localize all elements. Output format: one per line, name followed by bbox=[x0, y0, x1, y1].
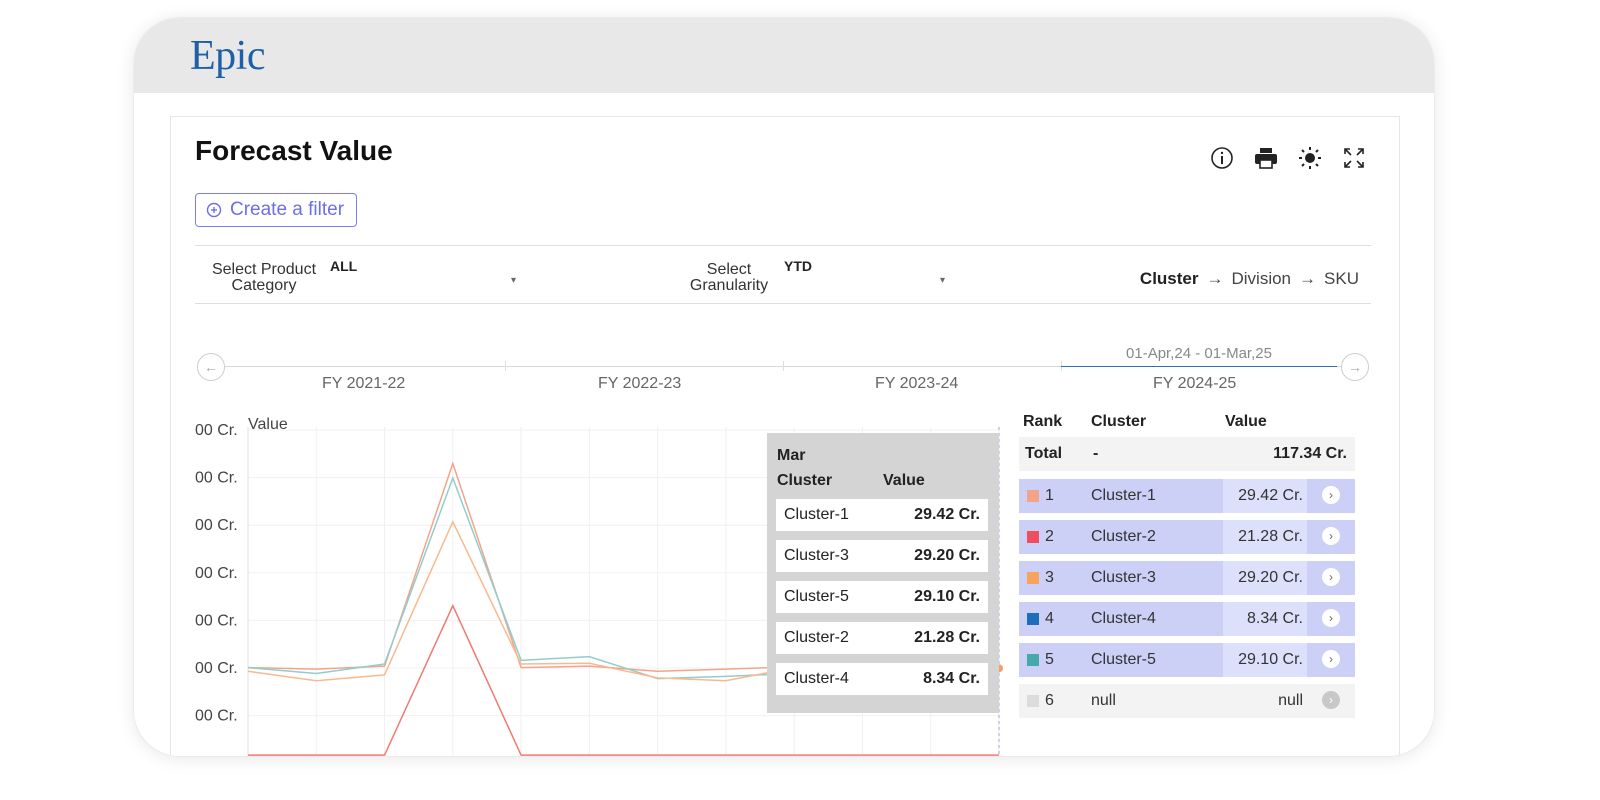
selected-range-label: 01-Apr,24 - 01-Mar,25 bbox=[1126, 345, 1272, 362]
legend-swatch bbox=[1027, 572, 1039, 584]
y-axis-label: Value bbox=[248, 417, 288, 433]
product-category-label: Select Product Category bbox=[211, 261, 317, 294]
timeline-year[interactable]: FY 2023-24 bbox=[875, 375, 958, 393]
cluster-header: Cluster bbox=[1091, 413, 1147, 430]
create-filter-button[interactable]: Create a filter bbox=[195, 193, 358, 227]
product-category-value: ALL bbox=[330, 258, 358, 274]
legend-swatch bbox=[1027, 490, 1039, 502]
tooltip-row: Cluster-2 21.28 Cr. bbox=[776, 622, 988, 654]
arrow-right-icon: → bbox=[1348, 359, 1362, 375]
page-title: Forecast Value bbox=[195, 135, 393, 166]
tooltip-row: Cluster-3 29.20 Cr. bbox=[776, 540, 988, 572]
crumb-sku[interactable]: SKU bbox=[1324, 269, 1359, 289]
legend-swatch bbox=[1027, 531, 1039, 543]
tooltip-row: Cluster-1 29.42 Cr. bbox=[776, 499, 988, 531]
y-tick-label: 00 Cr. bbox=[195, 708, 238, 725]
crumb-division[interactable]: Division bbox=[1232, 269, 1292, 289]
legend-swatch bbox=[1027, 695, 1039, 707]
crumb-cluster[interactable]: Cluster bbox=[1140, 269, 1199, 289]
timeline-prev-button[interactable]: ← bbox=[197, 353, 225, 381]
arrow-right-icon: → bbox=[1299, 269, 1317, 288]
tooltip-row: Cluster-5 29.10 Cr. bbox=[776, 581, 988, 613]
rank-header: Rank bbox=[1023, 413, 1063, 430]
hierarchy-breadcrumb: Cluster → Division → SKU bbox=[1140, 269, 1359, 289]
chevron-right-icon[interactable]: › bbox=[1322, 691, 1340, 709]
top-bar: Epic bbox=[134, 18, 1434, 93]
divider-top bbox=[195, 245, 1371, 246]
print-icon[interactable] bbox=[1253, 145, 1279, 171]
y-tick-label: 00 Cr. bbox=[195, 422, 238, 439]
epic-logo[interactable]: Epic bbox=[190, 32, 265, 80]
timeline-tick bbox=[505, 361, 506, 371]
tooltip-row: Cluster-4 8.34 Cr. bbox=[776, 663, 988, 695]
chevron-right-icon[interactable]: › bbox=[1322, 650, 1340, 668]
add-circle-icon bbox=[206, 202, 222, 218]
forecast-value-panel: Forecast Value Create a filter Select Pr… bbox=[170, 116, 1400, 756]
arrow-left-icon: ← bbox=[204, 359, 218, 375]
timeline-year[interactable]: FY 2022-23 bbox=[598, 375, 681, 393]
rank-row-cluster-1[interactable]: 1 Cluster-1 29.42 Cr. › bbox=[1019, 479, 1355, 513]
y-tick-label: 00 Cr. bbox=[195, 660, 238, 677]
y-tick-label: 00 Cr. bbox=[195, 565, 238, 582]
arrow-right-icon: → bbox=[1206, 269, 1224, 288]
legend-swatch bbox=[1027, 613, 1039, 625]
rank-row-cluster-2[interactable]: 2 Cluster-2 21.28 Cr. › bbox=[1019, 520, 1355, 554]
expand-icon[interactable] bbox=[1341, 145, 1367, 171]
chevron-right-icon[interactable]: › bbox=[1322, 486, 1340, 504]
selected-range-bar[interactable] bbox=[1061, 366, 1337, 367]
rank-row-cluster-5[interactable]: 5 Cluster-5 29.10 Cr. › bbox=[1019, 643, 1355, 677]
rank-row-cluster-3[interactable]: 3 Cluster-3 29.20 Cr. › bbox=[1019, 561, 1355, 595]
chevron-down-icon: ▾ bbox=[511, 275, 517, 286]
info-icon[interactable] bbox=[1209, 145, 1235, 171]
chevron-right-icon[interactable]: › bbox=[1322, 527, 1340, 545]
y-tick-label: 00 Cr. bbox=[195, 612, 238, 629]
granularity-value: YTD bbox=[784, 258, 812, 274]
timeline-year[interactable]: FY 2024-25 bbox=[1153, 375, 1236, 393]
legend-swatch bbox=[1027, 654, 1039, 666]
rank-row-null[interactable]: 6 null null › bbox=[1019, 684, 1355, 718]
chart-tooltip: Mar Cluster Value Cluster-1 29.42 Cr. Clu… bbox=[767, 433, 999, 713]
chevron-down-icon: ▾ bbox=[940, 275, 946, 286]
rank-row-cluster-4[interactable]: 4 Cluster-4 8.34 Cr. › bbox=[1019, 602, 1355, 636]
app-window: Epic Forecast Value Create a filter Sele… bbox=[134, 18, 1434, 756]
y-tick-label: 00 Cr. bbox=[195, 470, 238, 487]
chevron-right-icon[interactable]: › bbox=[1322, 568, 1340, 586]
y-tick-label: 00 Cr. bbox=[195, 517, 238, 534]
timeline-year[interactable]: FY 2021-22 bbox=[322, 375, 405, 393]
tooltip-col-value: Value bbox=[883, 472, 925, 489]
timeline-next-button[interactable]: → bbox=[1341, 353, 1369, 381]
timeline-tick bbox=[783, 361, 784, 371]
tooltip-col-cluster: Cluster bbox=[777, 472, 833, 489]
fiscal-year-timeline: ← → FY 2021-22 FY 2022-23 FY 2023-24 FY … bbox=[195, 345, 1371, 399]
tooltip-month: Mar bbox=[777, 447, 806, 464]
total-row: Total - 117.34 Cr. bbox=[1019, 437, 1355, 471]
chevron-right-icon[interactable]: › bbox=[1322, 609, 1340, 627]
value-header: Value bbox=[1225, 413, 1267, 430]
divider-bottom bbox=[195, 303, 1371, 304]
panel-toolbar bbox=[1209, 145, 1367, 171]
create-filter-label: Create a filter bbox=[230, 199, 345, 220]
brightness-icon[interactable] bbox=[1297, 145, 1323, 171]
granularity-label: Select Granularity bbox=[689, 261, 769, 294]
